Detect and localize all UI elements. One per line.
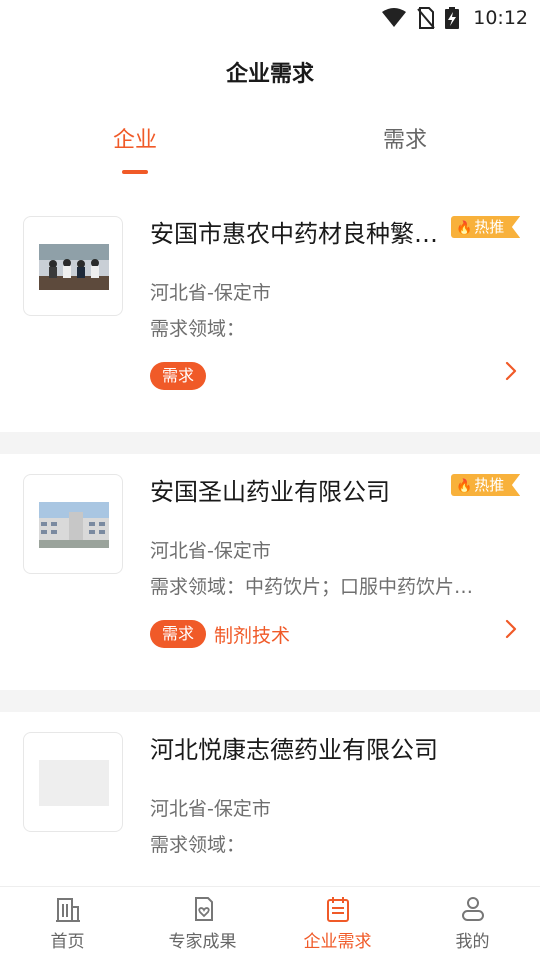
demand-tag: 需求 (150, 362, 207, 390)
tag-row: 需求 (150, 362, 207, 390)
status-time: 10:12 (473, 7, 528, 29)
company-thumbnail (23, 474, 123, 574)
nav-label: 我的 (455, 932, 490, 952)
battery-charging-icon (445, 7, 460, 29)
company-thumbnail (23, 732, 123, 832)
hot-badge-label: 热推 (474, 476, 505, 494)
company-photo (39, 244, 109, 290)
company-region: 河北省-保定市 (150, 540, 271, 562)
company-name: 河北悦康志德药业有限公司 (150, 736, 438, 764)
flame-icon: 🔥 (456, 221, 473, 236)
nav-profile[interactable]: 我的 (405, 895, 540, 952)
demand-field: 需求领域： (150, 318, 246, 340)
company-region: 河北省-保定市 (150, 282, 271, 304)
enterprise-list: 安国市惠农中药材良种繁… 🔥 热推 河北省-保定市 需求领域： 需求 安国圣山药业… (0, 196, 540, 948)
hot-badge-label: 热推 (474, 218, 505, 236)
company-photo (39, 502, 109, 548)
calendar-list-icon (326, 897, 349, 922)
company-photo-placeholder (39, 760, 109, 806)
bottom-nav: 首页 专家成果 企业需求 我的 (0, 886, 540, 961)
flame-icon: 🔥 (456, 479, 473, 494)
list-separator (0, 690, 540, 712)
person-icon (461, 897, 484, 921)
nav-enterprise-demand[interactable]: 企业需求 (270, 895, 405, 952)
nav-label: 企业需求 (303, 932, 372, 952)
list-separator (0, 432, 540, 454)
demand-tag-text: 制剂技术 (214, 624, 291, 647)
active-tab-indicator (122, 170, 148, 174)
company-region: 河北省-保定市 (150, 798, 271, 820)
nav-home[interactable]: 首页 (0, 895, 135, 952)
demand-field: 需求领域：中药饮片；口服中药饮片… (150, 576, 474, 598)
nav-label: 专家成果 (168, 932, 237, 952)
chevron-right-icon[interactable] (502, 618, 520, 640)
demand-field: 需求领域： (150, 834, 246, 856)
demand-tag: 需求 (150, 620, 207, 648)
company-name: 安国圣山药业有限公司 (150, 478, 390, 506)
chevron-right-icon[interactable] (502, 360, 520, 382)
status-bar: 10:12 (0, 0, 540, 36)
no-sim-icon (417, 7, 435, 29)
hot-badge: 🔥 热推 (451, 216, 521, 238)
list-item[interactable]: 安国圣山药业有限公司 🔥 热推 河北省-保定市 需求领域：中药饮片；口服中药饮片…… (0, 454, 540, 690)
building-icon (55, 898, 80, 922)
hot-badge: 🔥 热推 (451, 474, 521, 496)
list-item[interactable]: 安国市惠农中药材良种繁… 🔥 热推 河北省-保定市 需求领域： 需求 (0, 196, 540, 432)
page-title: 企业需求 (225, 62, 314, 87)
tab-bar: 企业 需求 (0, 122, 540, 178)
tab-demand[interactable]: 需求 (270, 122, 540, 154)
nav-expert-results[interactable]: 专家成果 (135, 895, 270, 952)
wifi-icon (382, 8, 407, 27)
company-thumbnail (23, 216, 123, 316)
nav-label: 首页 (50, 932, 85, 952)
document-heart-icon (194, 897, 213, 921)
tab-enterprise[interactable]: 企业 (0, 122, 270, 154)
tag-row: 需求 制剂技术 (150, 620, 290, 648)
company-name: 安国市惠农中药材良种繁… (150, 220, 438, 248)
